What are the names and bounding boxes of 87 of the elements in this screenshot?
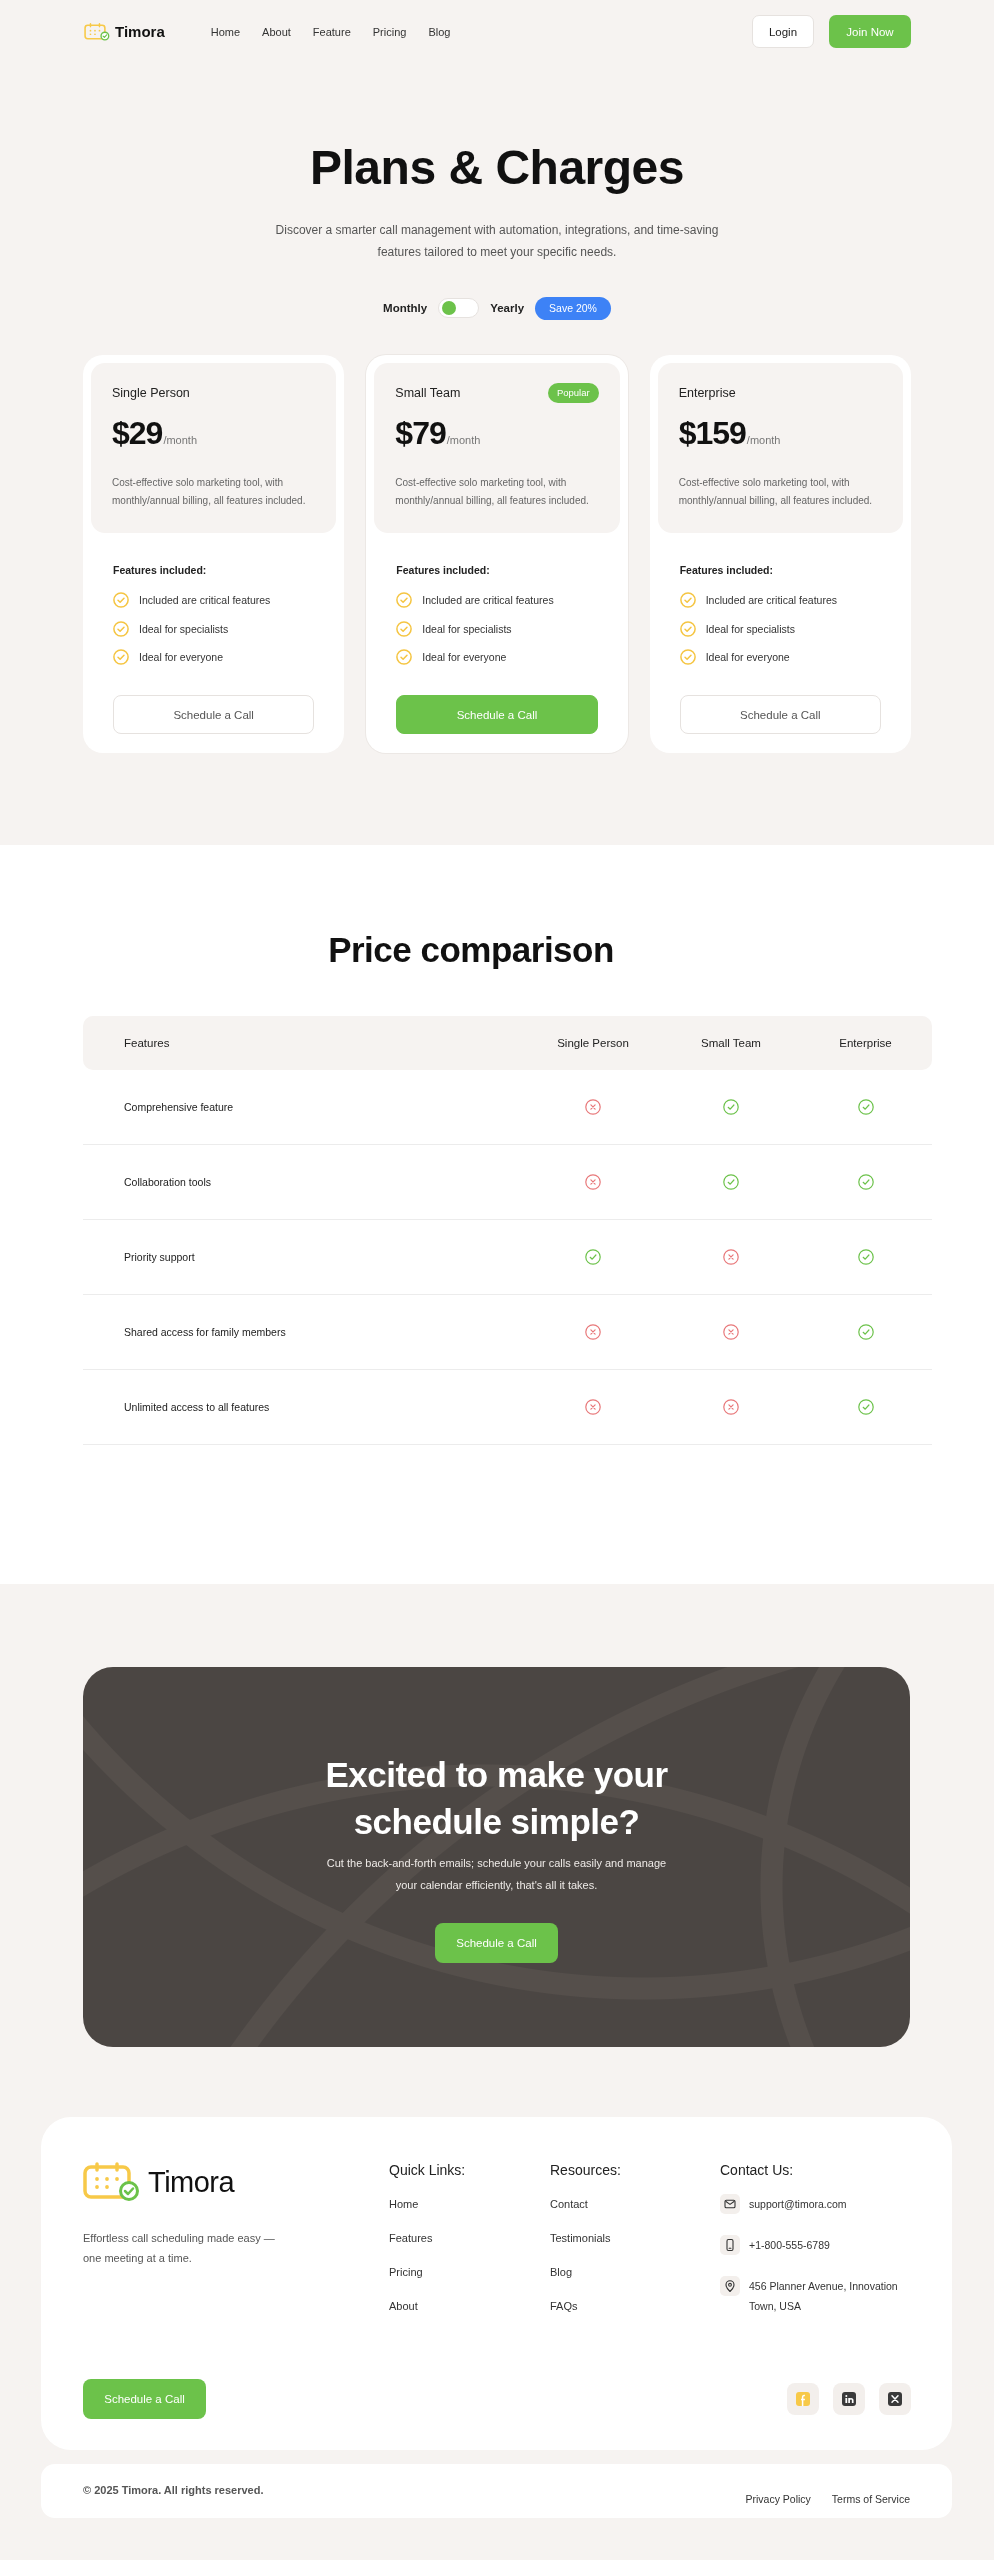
feature-text: Ideal for specialists — [139, 622, 229, 635]
footer-heading: Contact Us: — [720, 2161, 794, 2179]
discount-badge: Save 20% — [535, 296, 611, 320]
location-pin-icon — [720, 2276, 740, 2296]
plan-price: $29 — [112, 414, 163, 453]
column-header: Small Team — [701, 1037, 761, 1049]
feature-name: Priority support — [123, 1251, 195, 1263]
copyright-text: © 2025 Timora. All rights reserved. — [83, 2483, 264, 2497]
nav-link[interactable]: Feature — [312, 25, 351, 38]
check-circle-icon — [113, 592, 129, 608]
linkedin-link[interactable] — [833, 2383, 865, 2415]
footer-link[interactable]: Features — [389, 2230, 433, 2246]
mail-icon — [720, 2194, 740, 2214]
logo-icon — [84, 22, 110, 41]
plan-price: $79 — [395, 414, 446, 453]
footer-link[interactable]: Blog — [550, 2264, 573, 2280]
footer-heading: Quick Links: — [389, 2161, 466, 2179]
phone-icon — [720, 2235, 740, 2255]
column-header: Single Person — [557, 1037, 629, 1049]
check-circle-icon — [396, 620, 413, 637]
contact-text: +1-800-555-6789 — [749, 2238, 830, 2253]
plan-description: Cost-effective solo marketing tool, with monthly/annual billing, all features included. — [112, 476, 307, 508]
cta-text: Cut the back-and-forth emails; schedule your calls easily and manage your calendar efficiently, that's all it takes. — [325, 1856, 668, 1893]
billing-option-label: Monthly — [383, 302, 428, 314]
footer-link[interactable]: FAQs — [550, 2298, 578, 2314]
section-title: Price comparison — [328, 929, 614, 971]
column-header: Features — [123, 1037, 170, 1049]
feature-name: Shared access for family members — [123, 1326, 286, 1338]
page-title: Plans & Charges — [310, 140, 684, 196]
brand-name: Timora — [115, 23, 165, 40]
footer-heading: Resources: — [550, 2161, 621, 2179]
popular-badge: Popular — [547, 383, 599, 403]
page-subtitle: Discover a smarter call management with automation, integrations, and time-saving features tailored to meet your specific needs. — [274, 222, 720, 261]
billing-option-label: Yearly — [490, 302, 525, 314]
price-period: /month — [446, 434, 481, 446]
plan-name: Enterprise — [678, 386, 736, 400]
price-period: /month — [163, 434, 198, 446]
legal-link[interactable]: Privacy Policy — [745, 2492, 811, 2506]
footer-tagline: Effortless call scheduling made easy — one meeting at a time. — [83, 2231, 276, 2266]
footer-link[interactable]: Contact — [550, 2196, 588, 2212]
feature-name: Collaboration tools — [123, 1176, 211, 1188]
footer-link[interactable]: Pricing — [389, 2264, 423, 2280]
logo-icon — [83, 2162, 140, 2202]
column-header: Enterprise — [839, 1037, 892, 1049]
nav-link[interactable]: Pricing — [372, 25, 407, 38]
feature-text: Ideal for specialists — [705, 622, 795, 635]
feature-text: Ideal for everyone — [705, 651, 790, 663]
plan-name: Small Team — [395, 386, 461, 400]
features-heading: Features included: — [396, 563, 491, 578]
login-button[interactable]: Login — [752, 15, 814, 48]
feature-text: Ideal for everyone — [422, 651, 507, 663]
schedule-call-button[interactable]: Schedule a Call — [113, 695, 315, 734]
features-heading: Features included: — [113, 563, 208, 578]
legal-link[interactable]: Terms of Service — [831, 2492, 910, 2506]
footer-link[interactable]: Testimonials — [550, 2230, 611, 2246]
check-circle-icon — [396, 649, 413, 665]
brand-name: Timora — [148, 2165, 235, 2199]
features-heading: Features included: — [679, 563, 774, 578]
feature-text: Included are critical features — [139, 594, 271, 606]
feature-text: Included are critical features — [705, 594, 837, 606]
plan-price: $159 — [678, 414, 746, 453]
footer-link[interactable]: About — [389, 2298, 418, 2314]
billing-toggle[interactable] — [438, 298, 480, 318]
nav-link[interactable]: About — [262, 25, 291, 38]
contact-text: support@timora.com — [749, 2197, 847, 2212]
check-circle-icon — [679, 649, 696, 665]
plan-description: Cost-effective solo marketing tool, with monthly/annual billing, all features included. — [678, 476, 874, 508]
plan-name: Single Person — [112, 386, 190, 400]
contact-text: 456 Planner Avenue, Innovation Town, USA — [749, 2279, 899, 2314]
feature-text: Ideal for specialists — [422, 622, 512, 635]
cta-heading: Excited to make your schedule simple? — [324, 1754, 669, 1843]
schedule-call-button[interactable]: Schedule a Call — [679, 695, 881, 734]
x-link[interactable] — [879, 2383, 911, 2415]
feature-text: Included are critical features — [422, 594, 554, 606]
footer-link[interactable]: Home — [389, 2196, 419, 2212]
check-circle-icon — [113, 620, 129, 637]
check-circle-icon — [679, 620, 696, 637]
check-circle-icon — [679, 592, 696, 608]
check-circle-icon — [113, 649, 129, 665]
check-circle-icon — [396, 592, 413, 608]
feature-name: Unlimited access to all features — [123, 1401, 270, 1413]
nav-link[interactable]: Blog — [428, 25, 451, 38]
nav-link[interactable]: Home — [210, 25, 241, 38]
plan-description: Cost-effective solo marketing tool, with monthly/annual billing, all features included. — [395, 476, 590, 508]
feature-name: Comprehensive feature — [123, 1101, 234, 1113]
feature-text: Ideal for everyone — [139, 651, 224, 663]
price-period: /month — [746, 434, 781, 446]
